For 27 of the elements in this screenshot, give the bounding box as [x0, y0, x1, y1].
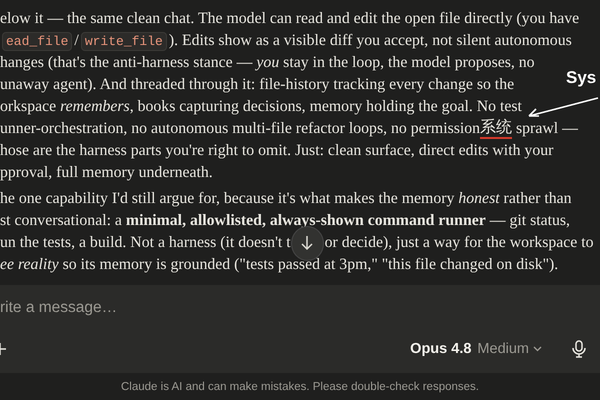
underlined-word: 系统 [480, 119, 512, 139]
disclaimer-text: Claude is AI and can make mistakes. Please double-check responses. [121, 380, 479, 392]
inline-code: write_file [80, 32, 167, 50]
inline-code: ead_file [2, 32, 72, 50]
down-arrow-icon [301, 235, 314, 251]
message-text: pproval, full memory underneath. [0, 163, 213, 183]
message-text: elow it — the same clean chat. The model can read and edit the open file directly (you have [0, 9, 580, 29]
message-input[interactable]: rite a message… [0, 299, 300, 317]
annotation-arrow [527, 97, 599, 118]
model-name[interactable]: Opus 4.8 [410, 341, 472, 357]
annotation-label: Sys [566, 68, 596, 88]
message-text: orkspace remembers, books capturing decisions, memory holding the goal. No test [0, 97, 522, 117]
message-text: or decide), just a way for the workspace to [324, 233, 594, 253]
message-text: unner-orchestration, no autonomous multi-file refactor loops, no permission [0, 119, 480, 139]
microphone-icon[interactable] [572, 340, 586, 358]
effort-selector[interactable]: Medium [477, 341, 542, 357]
message-text: ee reality so its memory is grounded ("tests passed at 3pm," "this file changed on disk"). [0, 255, 558, 275]
message-text: sprawl — [515, 119, 578, 139]
message-text: hose are the harness parts you're right to omit. Just: clean surface, direct edits with your [0, 141, 554, 161]
message-text: ). Edits show as a visible diff you accept, not silent autonomous [168, 31, 572, 51]
chevron-down-icon [533, 346, 542, 352]
message-text: unaway agent). And threaded through it: file-history tracking every change so the [0, 75, 514, 95]
message-text: hanges (that's the anti-harness stance — you stay in the loop, the model proposes, no [0, 53, 535, 73]
message-text: he one capability I'd still argue for, because it's what makes the memory honest rather than [0, 189, 572, 209]
message-text: st conversational: a minimal, allowlisted, always-shown command runner — git status, [0, 211, 570, 231]
message-text: un the tests, a build. Not a harness (it doesn't t [0, 233, 291, 253]
message-text: / [74, 31, 79, 51]
